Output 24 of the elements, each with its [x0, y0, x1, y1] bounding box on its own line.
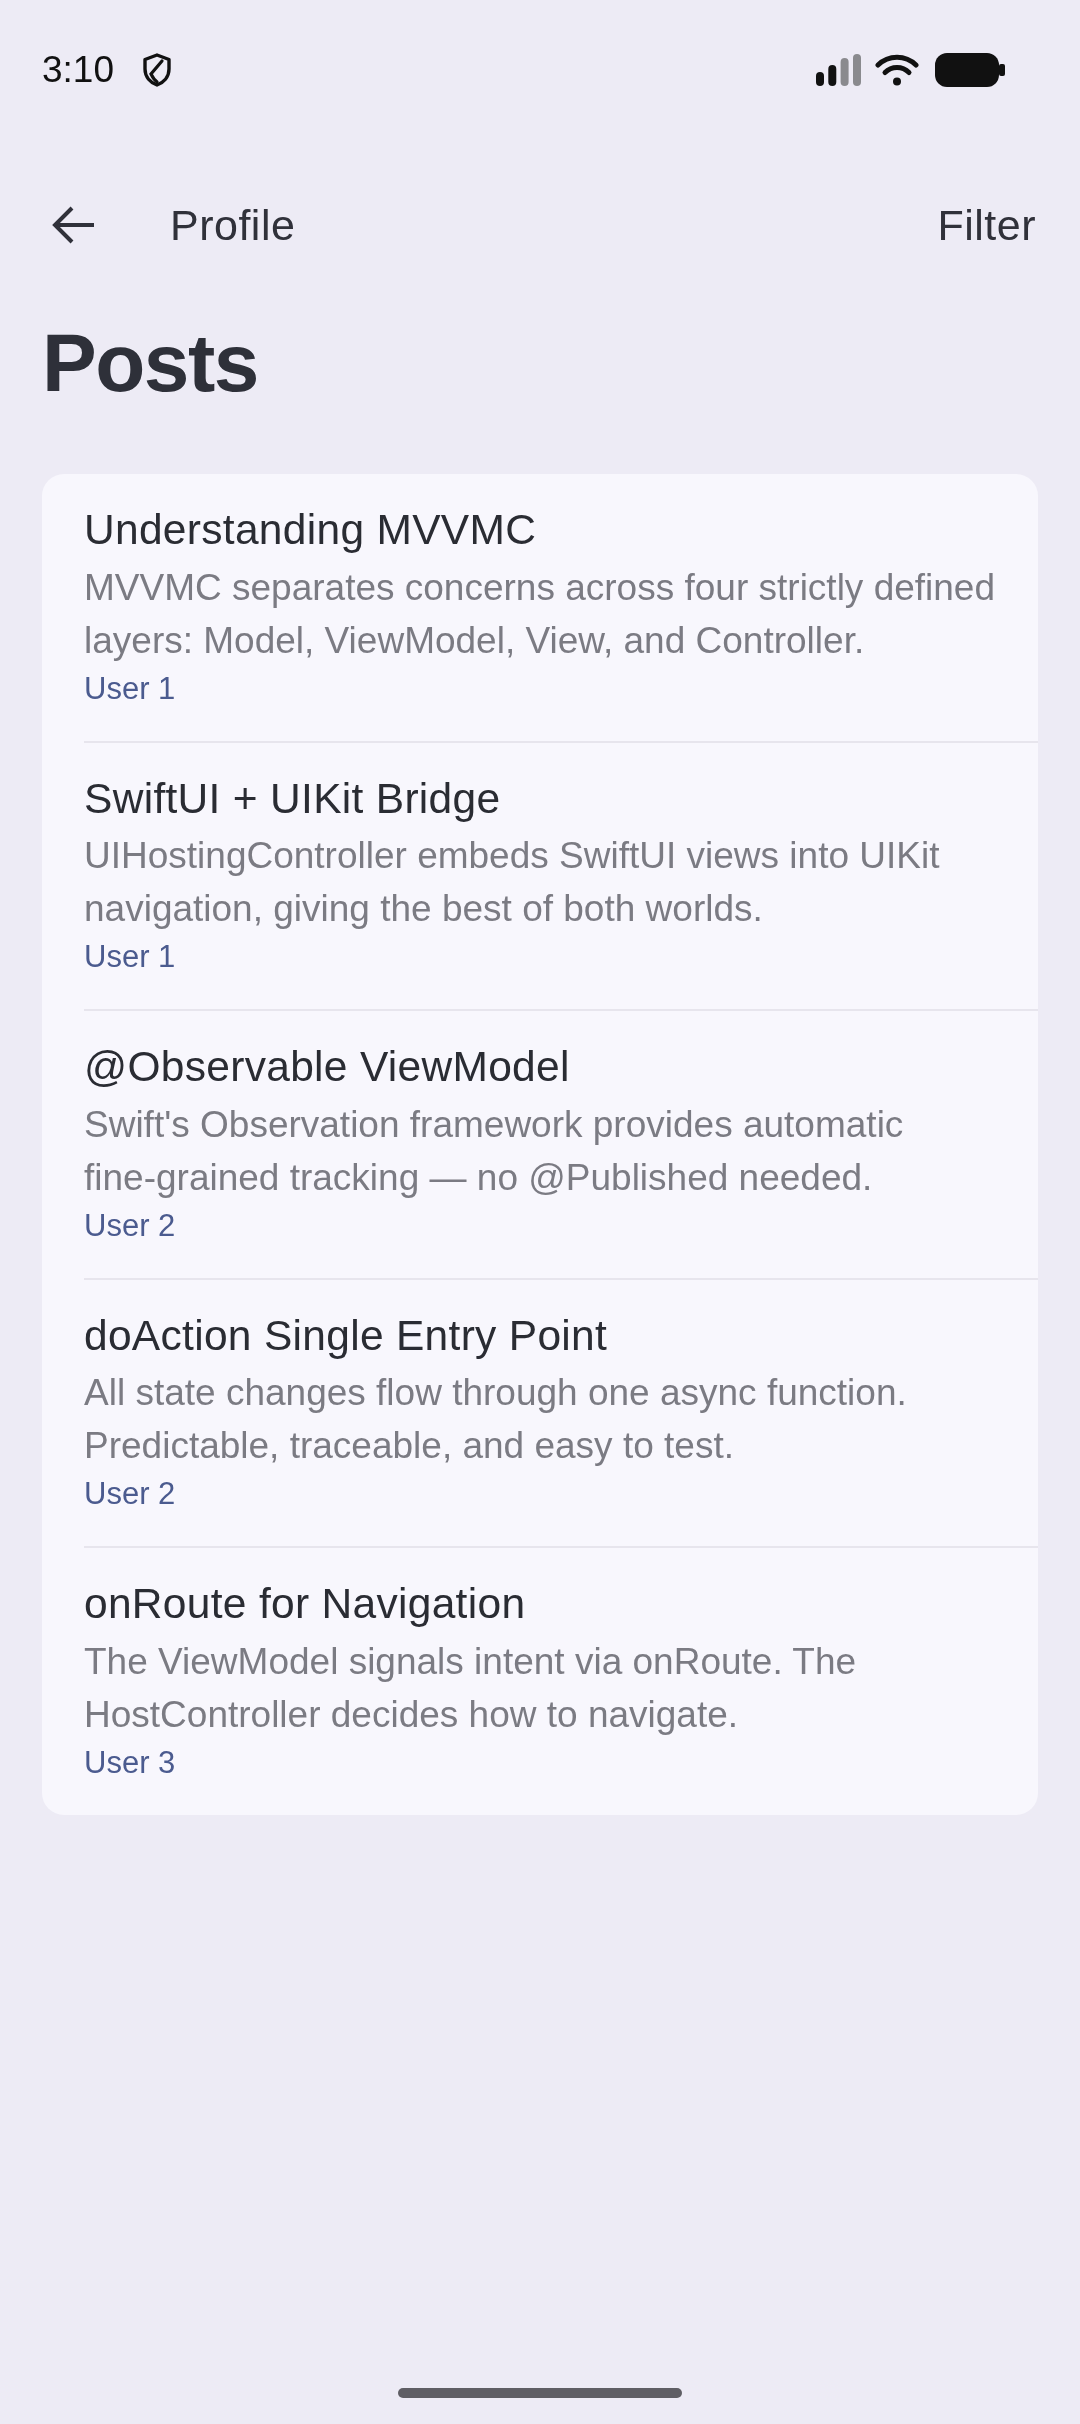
post-author: User 3 [84, 1743, 177, 1782]
post-title: @Observable ViewModel [84, 1042, 571, 1093]
status-time: 3:10 [42, 49, 114, 91]
post-excerpt: All state changes flow through one async function. Predictable, traceable, and easy to test. [84, 1371, 908, 1469]
filter-button[interactable]: Filter [937, 200, 1036, 250]
post-author: User 2 [84, 1206, 177, 1245]
wifi-icon [875, 54, 919, 86]
toolbar-title: Profile [170, 200, 296, 250]
post-title: doAction Single Entry Point [84, 1310, 609, 1361]
post-excerpt: UIHostingController embeds SwiftUI views into UIKit navigation, giving the best of both worlds. [84, 834, 941, 932]
battery-icon [935, 53, 1005, 87]
signal-icon [816, 54, 861, 86]
post-excerpt: The ViewModel signals intent via onRoute. The HostController decides how to navigate. [84, 1639, 858, 1737]
shield-icon [142, 53, 172, 87]
post-author: User 2 [84, 1475, 177, 1514]
post-title: Understanding MVVMC [84, 505, 538, 556]
page-title: Posts [42, 316, 258, 410]
post-excerpt: Swift's Observation framework provides automatic fine-grained tracking — no @Published needed. [84, 1102, 905, 1200]
post-author: User 1 [84, 938, 177, 977]
post-author: User 1 [84, 669, 177, 708]
arrow-left-icon [52, 205, 96, 245]
post-excerpt: MVVMC separates concerns across four strictly defined layers: Model, ViewModel, View, and Controller. [84, 565, 997, 663]
post-title: onRoute for Navigation [84, 1579, 527, 1630]
post-title: SwiftUI + UIKit Bridge [84, 773, 502, 824]
